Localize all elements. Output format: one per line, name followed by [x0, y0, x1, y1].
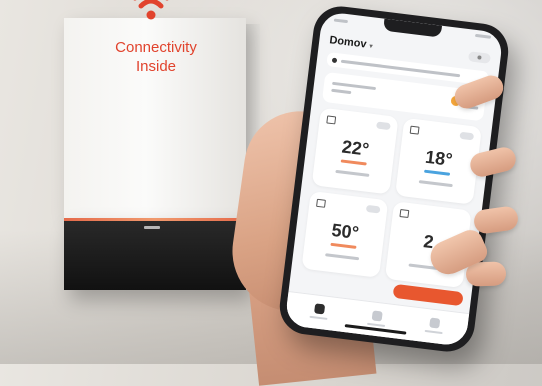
mode-icon [399, 209, 410, 219]
zone-caption [325, 253, 360, 261]
status-icons [474, 33, 492, 43]
zone-temperature: 22° [340, 136, 371, 160]
status-action-button[interactable] [392, 283, 464, 307]
zone-toggle[interactable] [459, 131, 475, 141]
tab-label [424, 329, 443, 335]
status-time [333, 18, 349, 24]
connectivity-logo-text: Connectivity Inside [86, 38, 226, 76]
status-icon-group [474, 33, 492, 39]
smartphone: Domov ▾ 22° 18° 50° 2 [276, 3, 512, 355]
zone-accent-bar [424, 169, 451, 176]
phone-screen: Domov ▾ 22° 18° 50° 2 [284, 11, 504, 347]
zone-toggle[interactable] [376, 121, 391, 131]
tab-home[interactable] [304, 302, 336, 321]
water-temperature: 50° [330, 219, 360, 244]
home-title: Domov [328, 34, 368, 51]
boiler-accent-strip [64, 218, 246, 221]
boiler-logo [144, 226, 160, 229]
zone-caption [335, 169, 370, 177]
zone-temperature: 18° [424, 146, 454, 170]
hot-water-tile[interactable]: 50° [301, 190, 389, 278]
tab-right[interactable] [419, 316, 451, 335]
radiator-icon [409, 125, 420, 135]
zone-caption [418, 180, 453, 188]
logo-line-1: Connectivity [115, 39, 197, 56]
info-icon [331, 57, 338, 63]
account-button[interactable] [467, 51, 491, 64]
chevron-down-icon: ▾ [368, 43, 374, 51]
home-icon [314, 303, 326, 315]
avatar-icon [477, 55, 482, 60]
zone-tile-1[interactable]: 22° [311, 107, 399, 195]
home-selector[interactable]: Domov ▾ [328, 30, 374, 53]
tap-icon [316, 198, 326, 208]
zone-toggle[interactable] [365, 204, 381, 214]
radiator-icon [326, 115, 337, 125]
tab-label [309, 315, 328, 320]
weather-text [331, 81, 377, 101]
zone-tile-2[interactable]: 18° [395, 117, 482, 205]
tab-icon [371, 310, 383, 322]
logo-line-2: Inside [135, 58, 177, 75]
zone-accent-bar [330, 242, 357, 249]
tab-icon [429, 317, 441, 329]
zone-accent-bar [340, 159, 367, 166]
tab-middle[interactable] [361, 309, 393, 328]
wifi-icon [133, 0, 169, 20]
weather-line [331, 88, 352, 95]
